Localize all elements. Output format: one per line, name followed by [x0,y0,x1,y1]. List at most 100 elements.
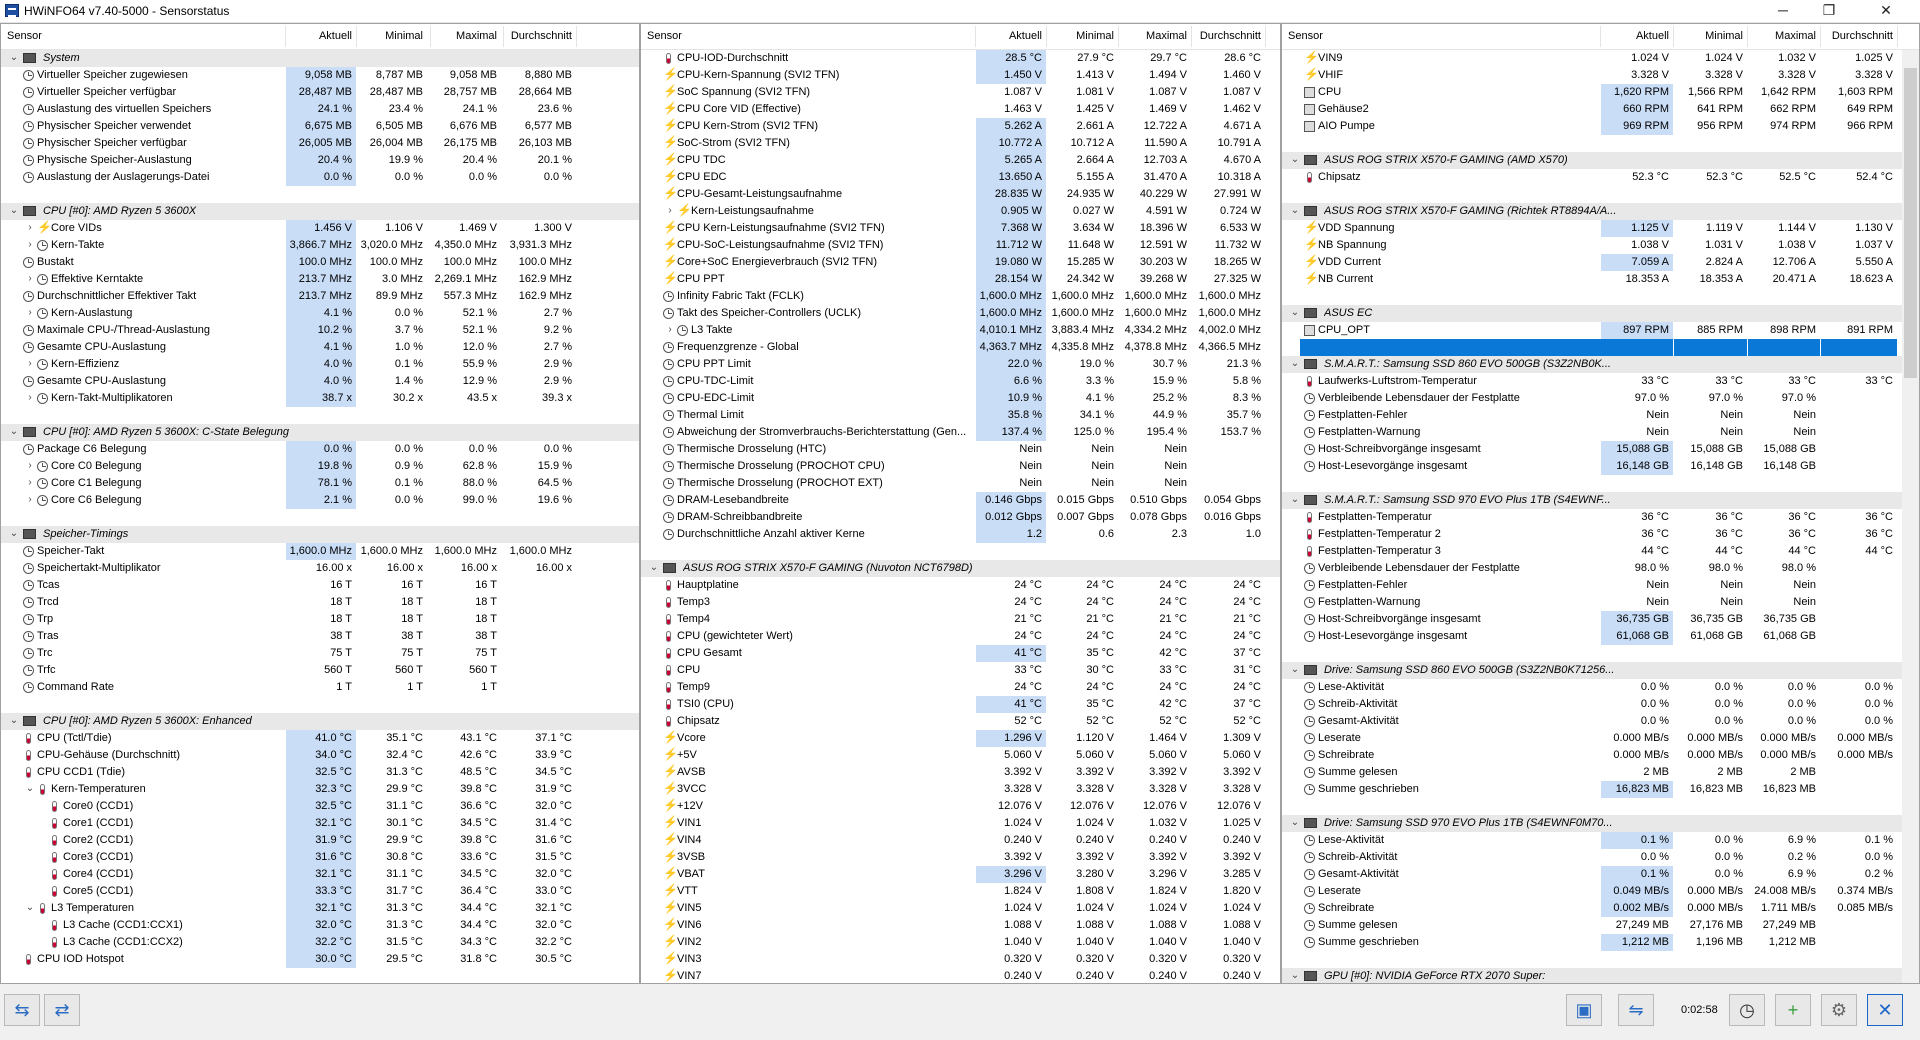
sensor-panel-3[interactable]: Sensor Aktuell Minimal Maximal Durchschnitt ⚡… [1281,23,1920,984]
sensor-row[interactable]: Leserate 0.000 MB/s 0.000 MB/s 0.000 MB/s 0.… [1282,730,1919,747]
sensor-group-header[interactable]: ⌄ ASUS ROG STRIX X570-F GAMING (AMD X570) [1282,152,1919,169]
sensor-row[interactable]: ⚡ AVSB 3.392 V 3.392 V 3.392 V 3.392 V [641,764,1280,781]
column-separator[interactable] [356,26,357,47]
sensor-row[interactable]: ⚡ CPU PPT 28.154 W 24.342 W 39.268 W 27.325 W [641,271,1280,288]
sensor-row[interactable]: CPU-Gehäuse (Durchschnitt) 34.0 °C 32.4 °C… [1,747,639,764]
column-separator[interactable] [1046,26,1047,47]
sensor-row[interactable]: Core1 (CCD1) 32.1 °C 30.1 °C 34.5 °C 31.4 °C [1,815,639,832]
sensor-row[interactable]: ⚡ VIN9 1.024 V 1.024 V 1.032 V 1.025 V [1282,50,1919,67]
column-separator[interactable] [1897,26,1898,47]
sensor-row[interactable]: Speicher-Takt 1,600.0 MHz 1,600.0 MHz 1,600… [1,543,639,560]
sensor-row[interactable]: Verbleibende Lebensdauer der Festplatte 9… [1282,390,1919,407]
column-header-average[interactable]: Durchschnitt [504,30,572,42]
column-header-maximum[interactable]: Maximal [1748,30,1816,42]
column-separator[interactable] [1820,26,1821,47]
sensor-row[interactable]: ⚡ CPU-Gesamt-Leistungsaufnahme 28.835 W 24.… [641,186,1280,203]
column-header-average[interactable]: Durchschnitt [1192,30,1261,42]
add-report-icon[interactable]: + [1775,994,1811,1026]
column-header-minimum[interactable]: Minimal [1674,30,1743,42]
sensor-row[interactable]: Lese-Aktivität 0.0 % 0.0 % 0.0 % 0.0 % [1282,679,1919,696]
sensor-row[interactable]: ⚡ SoC-Strom (SVI2 TFN) 10.772 A 10.712 A 11.… [641,135,1280,152]
settings-gear-icon[interactable]: ⚙ [1821,994,1857,1026]
column-separator[interactable] [975,26,976,47]
sensor-row[interactable]: ⚡ CPU-SoC-Leistungsaufnahme (SVI2 TFN) 11.… [641,237,1280,254]
sensor-row[interactable]: ⚡ VIN1 1.024 V 1.024 V 1.032 V 1.025 V [641,815,1280,832]
sensor-row[interactable]: CPU (Tctl/Tdie) 41.0 °C 35.1 °C 43.1 °C 37.1… [1,730,639,747]
sensor-row[interactable]: Physischer Speicher verwendet 6,675 MB 6,5… [1,118,639,135]
sensor-row[interactable]: CPU IOD Hotspot 30.0 °C 29.5 °C 31.8 °C 30.5… [1,951,639,968]
sensor-row[interactable]: › Kern-Takt-Multiplikatoren 38.7 x 30.2 x 43… [1,390,639,407]
collapse-chevron-icon[interactable]: ⌄ [9,205,19,216]
column-header-minimum[interactable]: Minimal [1047,30,1114,42]
collapse-chevron-icon[interactable]: ⌄ [25,783,35,794]
column-separator[interactable] [1191,26,1192,47]
sensor-row[interactable]: › Core C1 Belegung 78.1 % 0.1 % 88.0 % 64.5 % [1,475,639,492]
sensor-row[interactable]: Physische Speicher-Auslastung 20.4 % 19.9 … [1,152,639,169]
sensor-row[interactable]: Durchschnittliche Anzahl aktiver Kerne 1.… [641,526,1280,543]
sensor-row[interactable]: Core3 (CCD1) 31.6 °C 30.8 °C 33.6 °C 31.5 °C [1,849,639,866]
sensor-row[interactable]: L3 Cache (CCD1:CCX1) 32.0 °C 31.3 °C 34.4 °… [1,917,639,934]
sensor-row[interactable]: Laufwerks-Luftstrom-Temperatur 33 °C 33 °C… [1282,373,1919,390]
sensor-row[interactable]: Core4 (CCD1) 32.1 °C 31.1 °C 34.5 °C 32.0 °C [1,866,639,883]
sensor-row[interactable]: Hauptplatine 24 °C 24 °C 24 °C 24 °C [641,577,1280,594]
column-separator[interactable] [1265,26,1266,47]
column-separator[interactable] [576,26,577,47]
sensor-row[interactable]: Festplatten-Temperatur 2 36 °C 36 °C 36 °C 3… [1282,526,1919,543]
sensor-row[interactable]: ⚡ VIN3 0.320 V 0.320 V 0.320 V 0.320 V [641,951,1280,968]
maximize-button[interactable]: ❐ [1806,0,1852,22]
sensor-group-header[interactable]: ⌄ ASUS ROG STRIX X570-F GAMING (Nuvoton N… [641,560,1280,577]
sensor-row[interactable]: › ⚡ Core VIDs 1.456 V 1.106 V 1.469 V 1.300 V [1,220,639,237]
expand-chevron-icon[interactable]: › [25,239,35,250]
sensor-row[interactable]: Chipsatz 52.3 °C 52.3 °C 52.5 °C 52.4 °C [1282,169,1919,186]
collapse-chevron-icon[interactable]: ⌄ [25,902,35,913]
sensor-group-header[interactable]: ⌄ S.M.A.R.T.: Samsung SSD 860 EVO 500GB (… [1282,356,1919,373]
network-icon[interactable]: ⇋ [1618,994,1654,1026]
sensor-row[interactable]: Thermal Limit 35.8 % 34.1 % 44.9 % 35.7 % [641,407,1280,424]
sensor-row[interactable]: Abweichung der Stromverbrauchs-Berichter… [641,424,1280,441]
column-header-minimum[interactable]: Minimal [357,30,423,42]
collapse-chevron-icon[interactable]: ⌄ [649,562,659,573]
sensor-row[interactable] [1282,339,1919,356]
collapse-chevron-icon[interactable]: ⌄ [1290,494,1300,505]
sensor-row[interactable]: CPU-IOD-Durchschnitt 28.5 °C 27.9 °C 29.7 °… [641,50,1280,67]
navigate-left-right-icon[interactable]: ⇆ [4,994,40,1026]
sensor-row[interactable]: Gesamt-Aktivität 0.0 % 0.0 % 0.0 % 0.0 % [1282,713,1919,730]
expand-chevron-icon[interactable]: › [25,494,35,505]
sensor-row[interactable]: Festplatten-Temperatur 36 °C 36 °C 36 °C 36 … [1282,509,1919,526]
sensor-row[interactable]: Physischer Speicher verfügbar 26,005 MB 26… [1,135,639,152]
sensor-row[interactable]: L3 Cache (CCD1:CCX2) 32.2 °C 31.5 °C 34.3 °… [1,934,639,951]
expand-chevron-icon[interactable]: › [25,358,35,369]
sensor-row[interactable]: CPU Gesamt 41 °C 35 °C 42 °C 37 °C [641,645,1280,662]
sensor-row[interactable]: DRAM-Schreibbandbreite 0.012 Gbps 0.007 Gb… [641,509,1280,526]
sensor-row[interactable]: Summe geschrieben 16,823 MB 16,823 MB 16,82… [1282,781,1919,798]
close-window-button[interactable]: ✕ [1852,0,1920,22]
sensor-row[interactable]: ⚡ VIN4 0.240 V 0.240 V 0.240 V 0.240 V [641,832,1280,849]
sensor-row[interactable]: › L3 Takte 4,010.1 MHz 3,883.4 MHz 4,334.2 M… [641,322,1280,339]
sensor-row[interactable]: ⚡ Vcore 1.296 V 1.120 V 1.464 V 1.309 V [641,730,1280,747]
sensor-row[interactable]: Festplatten-Fehler Nein Nein Nein [1282,407,1919,424]
sensor-row[interactable]: Thermische Drosselung (PROCHOT CPU) Nein N… [641,458,1280,475]
column-separator[interactable] [430,26,431,47]
monitor-icon[interactable]: ▣ [1566,994,1602,1026]
sensor-row[interactable]: Host-Schreibvorgänge insgesamt 15,088 GB 1… [1282,441,1919,458]
sensor-row[interactable]: Auslastung der Auslagerungs-Datei 0.0 % 0.… [1,169,639,186]
sensor-row[interactable]: › Kern-Effizienz 4.0 % 0.1 % 55.9 % 2.9 % [1,356,639,373]
sensor-row[interactable]: › Core C0 Belegung 19.8 % 0.9 % 62.8 % 15.9 % [1,458,639,475]
sensor-row[interactable]: Trc 75 T 75 T 75 T [1,645,639,662]
sensor-row[interactable]: ⚡ VIN5 1.024 V 1.024 V 1.024 V 1.024 V [641,900,1280,917]
sensor-row[interactable]: Trcd 18 T 18 T 18 T [1,594,639,611]
sensor-group-header[interactable]: ⌄ CPU [#0]: AMD Ryzen 5 3600X: C-State Be… [1,424,639,441]
sensor-row[interactable]: ⚡ CPU EDC 13.650 A 5.155 A 31.470 A 10.318 A [641,169,1280,186]
sensor-row[interactable]: ⚡ VTT 1.824 V 1.808 V 1.824 V 1.820 V [641,883,1280,900]
sensor-row[interactable]: ⚡ VBAT 3.296 V 3.280 V 3.296 V 3.285 V [641,866,1280,883]
collapse-chevron-icon[interactable]: ⌄ [1290,970,1300,981]
sensor-row[interactable]: Core2 (CCD1) 31.9 °C 29.9 °C 39.8 °C 31.6 °C [1,832,639,849]
sensor-row[interactable]: Chipsatz 52 °C 52 °C 52 °C 52 °C [641,713,1280,730]
column-separator[interactable] [1747,26,1748,47]
sensor-row[interactable]: Lese-Aktivität 0.1 % 0.0 % 6.9 % 0.1 % [1282,832,1919,849]
sensor-group-header[interactable]: ⌄ System [1,50,639,67]
collapse-chevron-icon[interactable]: ⌄ [1290,358,1300,369]
column-separator[interactable] [1118,26,1119,47]
sensor-row[interactable]: Gesamte CPU-Auslastung 4.1 % 1.0 % 12.0 % 2.… [1,339,639,356]
sensor-row[interactable]: ⚡ 3VCC 3.328 V 3.328 V 3.328 V 3.328 V [641,781,1280,798]
